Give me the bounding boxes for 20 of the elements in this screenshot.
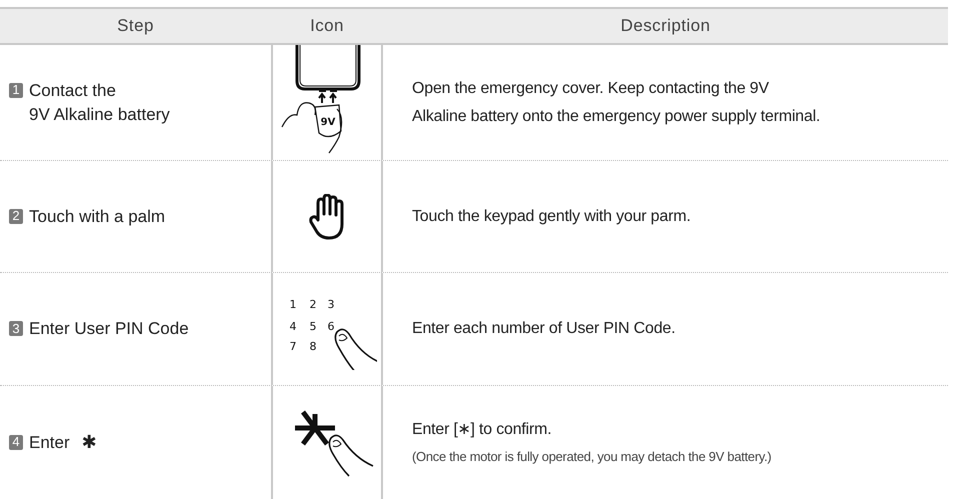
step-number: 3 xyxy=(9,321,23,336)
step-number: 4 xyxy=(9,434,23,450)
step-label: Enter User PIN Code xyxy=(29,319,189,339)
column-header: Description xyxy=(620,16,710,36)
description-text: Alkaline battery onto the emergency power supply terminal. xyxy=(412,106,822,126)
step-number: 1 xyxy=(9,82,23,98)
step-label: 9V Alkaline battery xyxy=(29,104,170,124)
column-header: Icon xyxy=(310,16,344,36)
step-label: Touch with a palm xyxy=(29,206,166,226)
note-text: (Once the motor is fully operated, you may detach the 9V battery.) xyxy=(412,448,772,466)
star-symbol: ✱ xyxy=(82,432,97,452)
description-text: Enter each number of User PIN Code. xyxy=(412,319,676,339)
step-label: Contact the xyxy=(29,80,117,100)
step-label: Enter xyxy=(29,432,70,452)
column-header: Step xyxy=(117,16,154,36)
palm-icon xyxy=(309,194,345,240)
step-number: 2 xyxy=(9,208,23,224)
description-text: Touch the keypad gently with your parm. xyxy=(412,206,692,226)
description-text: Enter [∗] to confirm. xyxy=(412,420,553,440)
description-text: Open the emergency cover. Keep contacting the 9V xyxy=(412,78,770,98)
